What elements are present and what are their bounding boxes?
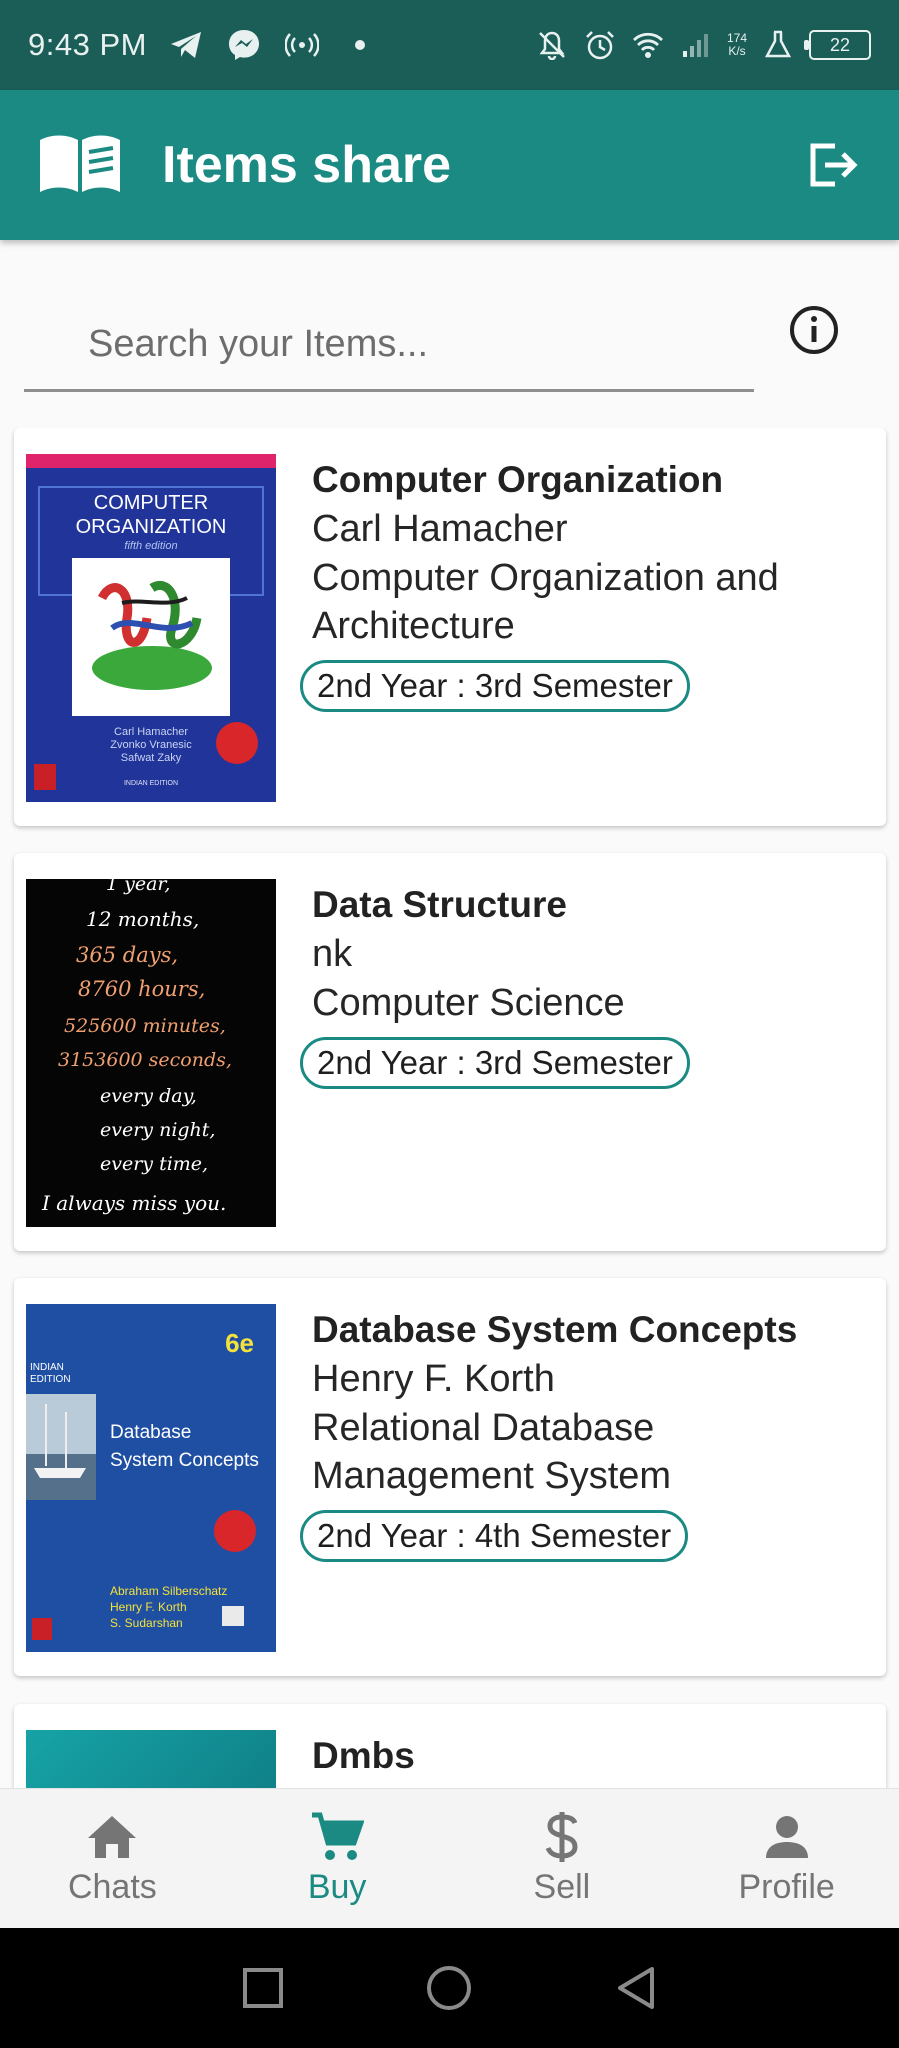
item-card[interactable]: COMPUTER ORGANIZATION fifth edition Carl… <box>14 428 886 826</box>
item-info: Data Structure nk Computer Science 2nd Y… <box>300 881 866 1089</box>
item-author: nk <box>312 933 353 975</box>
item-info: Database System Concepts Henry F. Korth … <box>300 1306 866 1562</box>
telegram-icon <box>169 28 203 62</box>
dollar-icon <box>535 1810 589 1864</box>
nav-profile[interactable]: Profile <box>674 1789 899 1928</box>
system-icons: 174 K/s 22 <box>535 28 871 62</box>
nav-label: Buy <box>307 1868 367 1906</box>
hotspot-icon <box>284 28 319 62</box>
info-button[interactable] <box>788 304 840 356</box>
person-icon <box>760 1810 814 1864</box>
messenger-icon <box>227 28 261 62</box>
app-bar: Items share <box>0 90 899 240</box>
bell-off-icon <box>535 28 569 62</box>
nav-label: Chats <box>67 1868 157 1906</box>
semester-chip: 2nd Year : 3rd Semester <box>300 660 690 712</box>
semester-chip: 2nd Year : 4th Semester <box>300 1510 689 1562</box>
book-cover-image: 6e INDIAN EDITION Database System Concep… <box>26 1304 276 1652</box>
item-name: Computer Organization <box>312 459 724 500</box>
circle-icon <box>427 1966 472 2010</box>
item-card[interactable]: 1 year, 12 months, 365 days, 8760 hours,… <box>14 853 886 1251</box>
search-input[interactable] <box>24 300 754 388</box>
logout-button[interactable] <box>805 137 861 193</box>
book-cover-image <box>26 1730 276 1788</box>
item-subject: Computer Organization and <box>312 557 779 599</box>
bottom-navigation: Chats Buy Sell Profile <box>0 1788 899 1928</box>
clock: 9:43 PM <box>28 27 147 62</box>
dot-icon <box>343 28 377 62</box>
nav-sell[interactable]: Sell <box>450 1789 675 1928</box>
nav-label: Sell <box>533 1868 591 1906</box>
item-card[interactable]: Dmbs <box>14 1704 886 1788</box>
item-info: Dmbs <box>312 1732 866 1780</box>
triangle-back-icon <box>617 1967 654 2009</box>
status-bar: 9:43 PM 174 K/s 22 <box>0 0 899 90</box>
square-icon <box>243 1968 284 2008</box>
flask-icon <box>761 28 795 62</box>
item-name: Database System Concepts <box>312 1309 798 1350</box>
nav-buy[interactable]: Buy <box>225 1789 450 1928</box>
item-info: Computer Organization Carl Hamacher Comp… <box>300 456 866 712</box>
item-author: Carl Hamacher <box>312 508 568 550</box>
book-cover-image: 1 year, 12 months, 365 days, 8760 hours,… <box>26 879 276 1227</box>
home-icon <box>85 1810 139 1864</box>
cart-icon <box>310 1810 365 1864</box>
battery-indicator: 22 <box>804 30 871 60</box>
home-button[interactable] <box>423 1962 475 2014</box>
wifi-icon <box>631 28 665 62</box>
notification-icons <box>169 28 377 62</box>
item-name: Data Structure <box>312 884 567 925</box>
item-subject: Relational Database <box>312 1407 655 1449</box>
system-navigation-bar <box>0 1928 899 2048</box>
back-button[interactable] <box>610 1962 662 2014</box>
item-author: Henry F. Korth <box>312 1358 555 1400</box>
item-subject-cont: Architecture <box>312 605 515 647</box>
nav-chats[interactable]: Chats <box>0 1789 225 1928</box>
alarm-icon <box>583 28 617 62</box>
info-icon <box>790 306 838 354</box>
recents-button[interactable] <box>237 1962 289 2014</box>
open-book-icon <box>38 132 122 199</box>
search-field <box>24 300 754 392</box>
items-list: COMPUTER ORGANIZATION fifth edition Carl… <box>0 428 899 1788</box>
book-cover-image: COMPUTER ORGANIZATION fifth edition Carl… <box>26 454 276 802</box>
signal-icon <box>679 28 713 62</box>
item-subject: Computer Science <box>312 982 625 1024</box>
item-subject-cont: Management System <box>312 1455 672 1497</box>
nav-label: Profile <box>738 1868 835 1906</box>
net-speed: 174 K/s <box>726 31 747 58</box>
semester-chip: 2nd Year : 3rd Semester <box>300 1037 690 1089</box>
item-name: Dmbs <box>312 1735 415 1776</box>
logout-icon <box>810 143 858 187</box>
app-title: Items share <box>162 136 452 194</box>
item-card[interactable]: 6e INDIAN EDITION Database System Concep… <box>14 1278 886 1676</box>
